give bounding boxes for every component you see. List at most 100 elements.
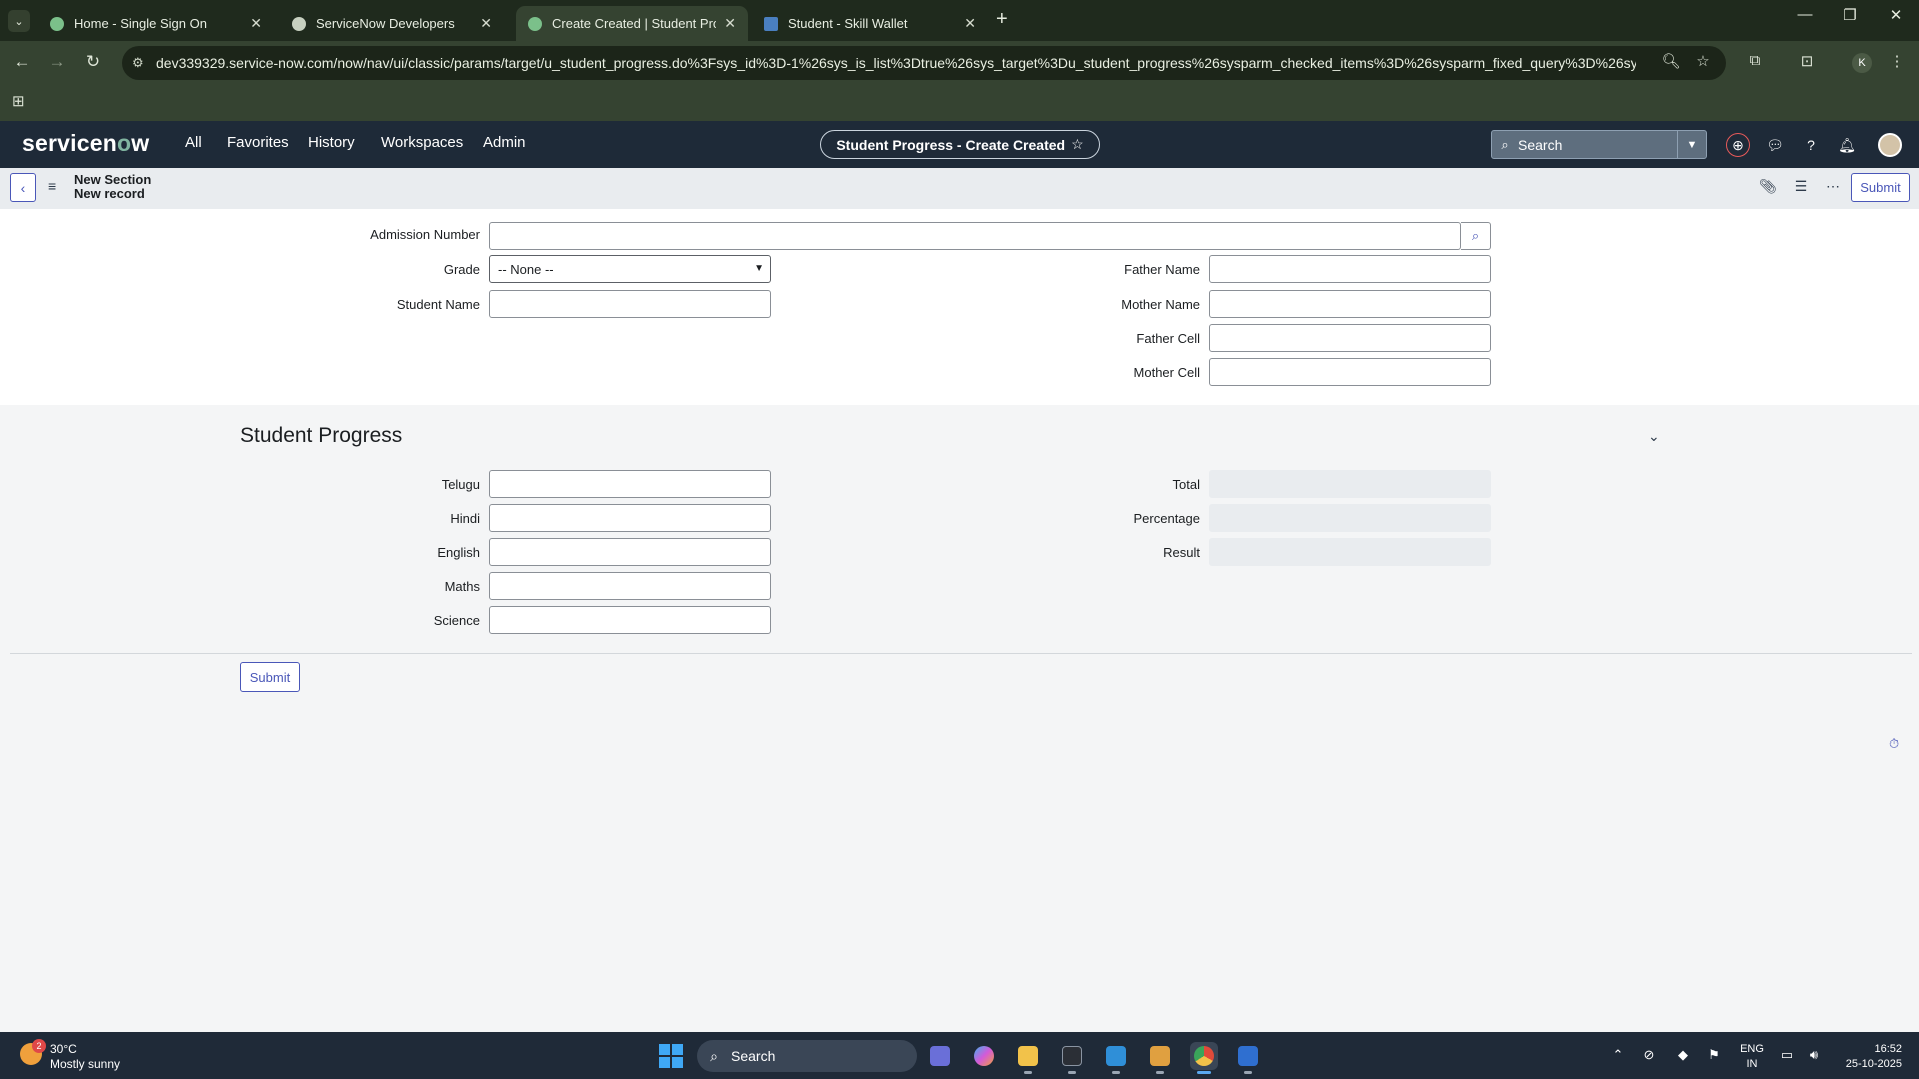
section-title: Student Progress xyxy=(240,424,403,447)
context-menu-icon[interactable]: ≡ xyxy=(48,178,56,194)
submit-button-bottom[interactable]: Submit xyxy=(240,662,300,692)
father-cell-label: Father Cell xyxy=(1136,331,1200,346)
screenshot-icon[interactable]: ⊡ xyxy=(1796,52,1818,70)
help-icon[interactable]: ? xyxy=(1799,133,1823,157)
close-tab-icon[interactable]: ✕ xyxy=(250,15,262,32)
language-indicator[interactable]: ENG IN xyxy=(1738,1042,1766,1072)
nav-all[interactable]: All xyxy=(185,134,202,151)
tray-security-icon[interactable]: ◆ xyxy=(1672,1047,1694,1063)
page-title-pill[interactable]: Student Progress - Create Created ☆ xyxy=(820,130,1100,159)
attachment-icon[interactable]: 📎︎ xyxy=(1758,178,1778,195)
profile-avatar[interactable]: K xyxy=(1852,53,1872,73)
minimize-icon[interactable]: — xyxy=(1785,6,1825,23)
nav-workspaces[interactable]: Workspaces xyxy=(381,134,463,151)
percentage-field xyxy=(1209,504,1491,532)
tab-create-created[interactable]: Create Created | Student Progr ✕ xyxy=(516,6,748,41)
student-name-label: Student Name xyxy=(396,297,480,312)
more-options-icon[interactable]: ⋯ xyxy=(1823,178,1843,195)
url-bar[interactable]: ⚙ dev339329.service-now.com/now/nav/ui/c… xyxy=(122,46,1726,80)
tab-title: Home - Single Sign On xyxy=(74,16,207,31)
hindi-label: Hindi xyxy=(450,511,480,526)
chrome-icon[interactable] xyxy=(1190,1042,1218,1074)
search-scope-dropdown-icon[interactable]: ▼ xyxy=(1677,131,1706,158)
maths-field[interactable] xyxy=(489,572,771,600)
nav-history[interactable]: History xyxy=(308,134,355,151)
global-search[interactable]: ⌕ Search ▼ xyxy=(1491,130,1707,159)
chat-icon[interactable]: 💬︎ xyxy=(1763,133,1787,157)
back-button[interactable]: ‹ xyxy=(10,173,36,202)
zoom-icon[interactable]: 🔍︎ xyxy=(1660,52,1682,70)
father-cell-field[interactable] xyxy=(1209,324,1491,352)
favorite-star-icon[interactable]: ☆ xyxy=(1071,136,1084,153)
father-name-field[interactable] xyxy=(1209,255,1491,283)
tray-app-icon[interactable]: ⚑ xyxy=(1703,1047,1725,1063)
chevron-down-icon: ▼ xyxy=(754,263,764,274)
tab-title: ServiceNow Developers xyxy=(316,16,455,31)
telugu-field[interactable] xyxy=(489,470,771,498)
english-field[interactable] xyxy=(489,538,771,566)
new-tab-button[interactable]: + xyxy=(996,8,1008,31)
record-title: New Section New record xyxy=(74,172,152,201)
tray-display-icon[interactable]: ▭ xyxy=(1776,1047,1798,1063)
copilot-icon[interactable] xyxy=(970,1042,998,1070)
forward-arrow-icon[interactable]: → xyxy=(45,52,69,72)
response-time-icon[interactable]: ⏱︎ xyxy=(1889,736,1899,752)
site-settings-icon[interactable]: ⚙ xyxy=(132,55,152,71)
chevron-left-icon: ‹ xyxy=(20,179,26,196)
vscode-icon[interactable] xyxy=(1102,1042,1130,1074)
tab-favicon-icon xyxy=(50,16,64,31)
english-label: English xyxy=(437,545,480,560)
close-tab-icon[interactable]: ✕ xyxy=(480,15,492,32)
tray-network-off-icon[interactable]: ⊘ xyxy=(1638,1047,1660,1063)
lookup-search-icon[interactable]: ⌕ xyxy=(1461,222,1491,250)
reload-icon[interactable]: ↻ xyxy=(81,52,105,72)
terminal-icon[interactable] xyxy=(1058,1042,1086,1074)
collapse-chevron-icon[interactable]: ⌄ xyxy=(1648,428,1660,445)
hindi-field[interactable] xyxy=(489,504,771,532)
tab-servicenow-developers[interactable]: ServiceNow Developers ✕ xyxy=(280,6,504,41)
search-input[interactable]: Search xyxy=(1518,137,1677,153)
weather-widget[interactable]: 30°C Mostly sunny xyxy=(50,1042,120,1072)
globe-icon[interactable]: ⊕ xyxy=(1726,133,1750,157)
mother-cell-field[interactable] xyxy=(1209,358,1491,386)
bookmark-star-icon[interactable]: ☆ xyxy=(1692,52,1714,70)
windows-start-icon[interactable] xyxy=(659,1044,683,1068)
bookmarks-bar xyxy=(0,84,1919,121)
notifications-bell-icon[interactable]: 🔔︎ xyxy=(1835,133,1859,157)
admission-number-field[interactable] xyxy=(489,222,1461,250)
close-tab-icon[interactable]: ✕ xyxy=(964,15,976,32)
grade-select[interactable]: -- None -- ▼ xyxy=(489,255,771,283)
tab-favicon-icon xyxy=(292,16,306,31)
nav-admin[interactable]: Admin xyxy=(483,134,526,151)
tray-volume-icon[interactable]: 🔊︎ xyxy=(1803,1047,1825,1063)
url-text[interactable]: dev339329.service-now.com/now/nav/ui/cla… xyxy=(156,55,1636,71)
science-field[interactable] xyxy=(489,606,771,634)
taskbar-search[interactable]: ⌕ Search xyxy=(697,1040,917,1072)
tray-chevron-up-icon[interactable]: ⌃ xyxy=(1607,1047,1629,1063)
page-title: Student Progress - Create Created xyxy=(836,136,1066,153)
close-tab-icon[interactable]: ✕ xyxy=(724,15,736,32)
teams-icon[interactable] xyxy=(926,1042,954,1070)
user-avatar[interactable] xyxy=(1878,133,1902,157)
sublime-icon[interactable] xyxy=(1146,1042,1174,1074)
result-label: Result xyxy=(1163,545,1200,560)
student-name-field[interactable] xyxy=(489,290,771,318)
word-icon[interactable] xyxy=(1234,1042,1262,1074)
windows-taskbar xyxy=(0,1032,1919,1079)
close-window-icon[interactable]: ✕ xyxy=(1876,6,1916,24)
servicenow-logo[interactable]: servicenow xyxy=(22,130,149,157)
personalize-settings-icon[interactable]: ☰ xyxy=(1791,178,1811,195)
more-menu-icon[interactable]: ⋮ xyxy=(1886,52,1908,70)
extensions-icon[interactable]: ⧉ xyxy=(1744,52,1766,69)
submit-button-top[interactable]: Submit xyxy=(1851,173,1910,202)
file-explorer-icon[interactable] xyxy=(1014,1042,1042,1074)
back-arrow-icon[interactable]: ← xyxy=(10,52,34,72)
nav-favorites[interactable]: Favorites xyxy=(227,134,289,151)
tab-student-skill-wallet[interactable]: Student - Skill Wallet ✕ xyxy=(752,6,988,41)
mother-name-field[interactable] xyxy=(1209,290,1491,318)
restore-icon[interactable]: ❐ xyxy=(1830,6,1870,24)
tab-home-single-sign-on[interactable]: Home - Single Sign On ✕ xyxy=(38,6,274,41)
clock[interactable]: 16:52 25-10-2025 xyxy=(1832,1042,1902,1072)
tab-search-chevron-icon[interactable]: ⌄ xyxy=(8,10,30,32)
apps-grid-icon[interactable]: ⊞ xyxy=(12,92,25,110)
